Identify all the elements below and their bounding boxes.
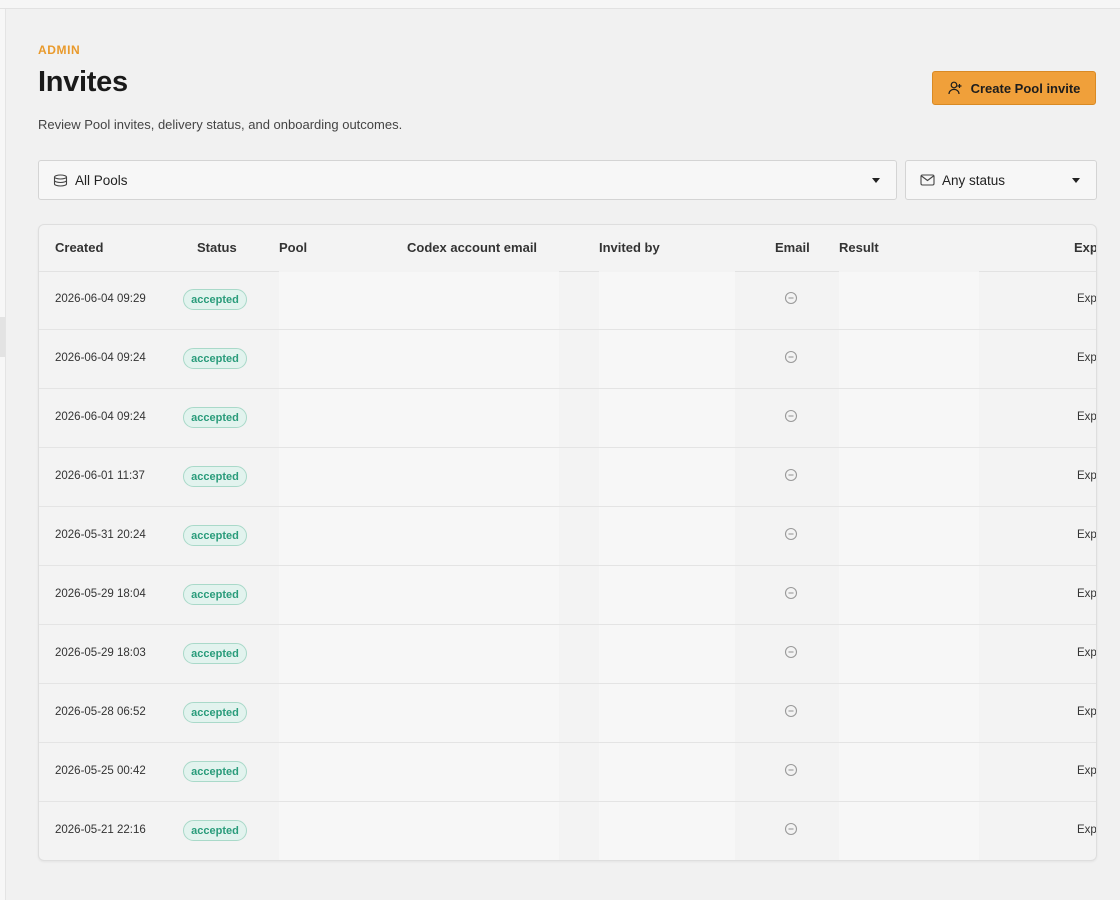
expires-cell: Expi: [1077, 765, 1097, 777]
status-badge: accepted: [183, 289, 247, 310]
chevron-down-icon: [1072, 177, 1080, 183]
table-row[interactable]: 2026-06-04 09:29 accepted Expi: [39, 271, 1096, 330]
table-row[interactable]: 2026-06-04 09:24 accepted Expi: [39, 389, 1096, 448]
left-rail-handle[interactable]: [0, 317, 5, 357]
created-cell: 2026-06-01 11:37: [55, 470, 145, 482]
left-rail: [0, 9, 6, 900]
column-pool[interactable]: Pool: [279, 240, 307, 255]
invites-table: Created Status Pool Codex account email …: [38, 224, 1097, 861]
table-row[interactable]: 2026-06-01 11:37 accepted Expi: [39, 448, 1096, 507]
page-title: Invites: [38, 66, 128, 98]
column-codex-account-email[interactable]: Codex account email: [407, 240, 537, 255]
expires-cell: Expi: [1077, 647, 1097, 659]
minus-circle-icon: [784, 468, 798, 482]
pool-filter-select[interactable]: All Pools: [38, 160, 897, 200]
created-cell: 2026-05-25 00:42: [55, 765, 146, 777]
minus-circle-icon: [784, 409, 798, 423]
column-expires[interactable]: Expi: [1074, 240, 1096, 255]
section-eyebrow: ADMIN: [38, 43, 81, 57]
minus-circle-icon: [784, 586, 798, 600]
created-cell: 2026-05-21 22:16: [55, 824, 146, 836]
table-row[interactable]: 2026-05-25 00:42 accepted Expi: [39, 743, 1096, 802]
table-body: 2026-06-04 09:29acceptedExpi2026-06-04 0…: [39, 271, 1097, 860]
column-invited-by[interactable]: Invited by: [599, 240, 660, 255]
created-cell: 2026-06-04 09:24: [55, 352, 146, 364]
expires-cell: Expi: [1077, 588, 1097, 600]
minus-circle-icon: [784, 350, 798, 364]
page-subtitle: Review Pool invites, delivery status, an…: [38, 117, 403, 132]
column-status[interactable]: Status: [197, 240, 237, 255]
table-row[interactable]: 2026-05-31 20:24 accepted Expi: [39, 507, 1096, 566]
database-icon: [51, 171, 69, 189]
table-row[interactable]: 2026-06-04 09:24 accepted Expi: [39, 330, 1096, 389]
expires-cell: Expi: [1077, 824, 1097, 836]
expires-cell: Expi: [1077, 529, 1097, 541]
minus-circle-icon: [784, 704, 798, 718]
created-cell: 2026-06-04 09:24: [55, 411, 146, 423]
mail-icon: [918, 171, 936, 189]
expires-cell: Expi: [1077, 470, 1097, 482]
created-cell: 2026-05-29 18:03: [55, 647, 146, 659]
status-badge: accepted: [183, 584, 247, 605]
status-badge: accepted: [183, 643, 247, 664]
expires-cell: Expi: [1077, 293, 1097, 305]
chevron-down-icon: [872, 177, 880, 183]
column-created[interactable]: Created: [55, 240, 103, 255]
created-cell: 2026-05-28 06:52: [55, 706, 146, 718]
expires-cell: Expi: [1077, 706, 1097, 718]
created-cell: 2026-05-31 20:24: [55, 529, 146, 541]
created-cell: 2026-06-04 09:29: [55, 293, 146, 305]
table-header: Created Status Pool Codex account email …: [39, 225, 1096, 272]
created-cell: 2026-05-29 18:04: [55, 588, 146, 600]
status-badge: accepted: [183, 820, 247, 841]
create-pool-invite-label: Create Pool invite: [970, 80, 1081, 96]
minus-circle-icon: [784, 645, 798, 659]
column-result[interactable]: Result: [839, 240, 879, 255]
status-badge: accepted: [183, 407, 247, 428]
status-badge: accepted: [183, 466, 247, 487]
table-row[interactable]: 2026-05-28 06:52 accepted Expi: [39, 684, 1096, 743]
status-filter-select[interactable]: Any status: [905, 160, 1097, 200]
expires-cell: Expi: [1077, 352, 1097, 364]
minus-circle-icon: [784, 291, 798, 305]
table-row[interactable]: 2026-05-29 18:04 accepted Expi: [39, 566, 1096, 625]
table-row[interactable]: 2026-05-29 18:03 accepted Expi: [39, 625, 1096, 684]
top-bar: [0, 0, 1120, 9]
status-filter-value: Any status: [942, 172, 1006, 188]
minus-circle-icon: [784, 822, 798, 836]
user-plus-icon: [947, 81, 963, 95]
status-badge: accepted: [183, 525, 247, 546]
create-pool-invite-button[interactable]: Create Pool invite: [932, 71, 1096, 105]
pool-filter-value: All Pools: [75, 172, 128, 188]
minus-circle-icon: [784, 763, 798, 777]
status-badge: accepted: [183, 348, 247, 369]
table-row[interactable]: 2026-05-21 22:16 accepted Expi: [39, 802, 1097, 860]
column-email[interactable]: Email: [775, 240, 810, 255]
minus-circle-icon: [784, 527, 798, 541]
status-badge: accepted: [183, 761, 247, 782]
status-badge: accepted: [183, 702, 247, 723]
expires-cell: Expi: [1077, 411, 1097, 423]
